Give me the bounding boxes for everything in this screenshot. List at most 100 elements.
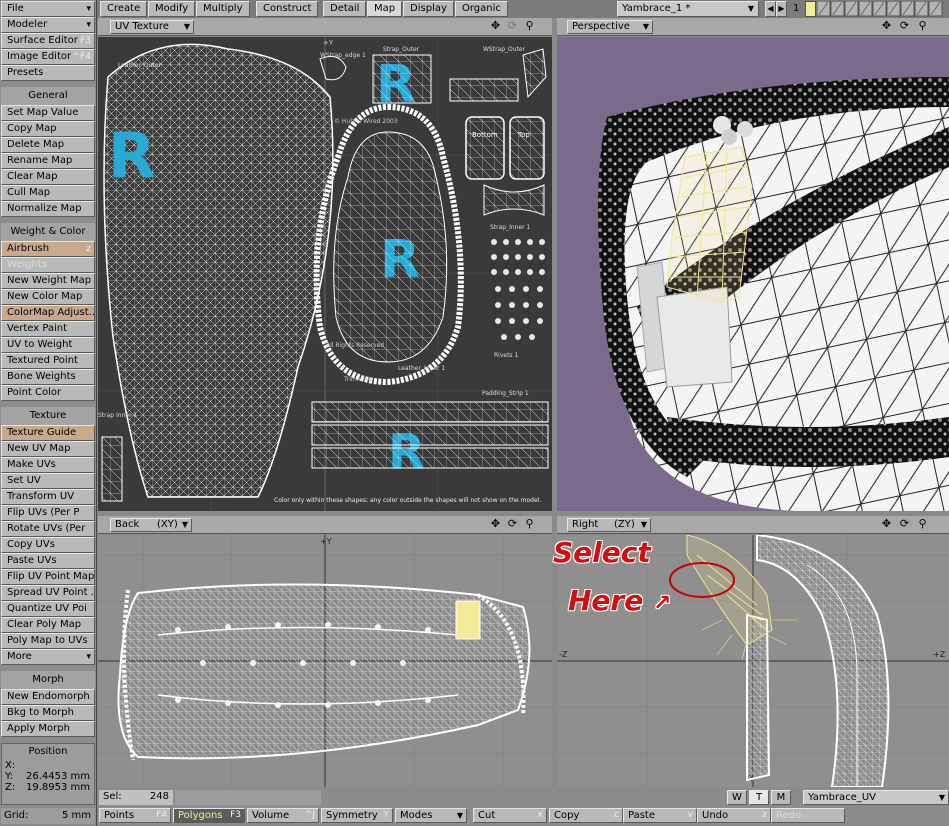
grid-readout: Grid: 5 mm (1, 808, 95, 824)
texture-tool-button[interactable]: Copy UVs (1, 537, 95, 553)
texture-tool-button[interactable]: Quantize UV Poi (1, 601, 95, 617)
layer-boxes[interactable] (817, 1, 949, 17)
points-mode-button[interactable]: Points F4 (99, 808, 171, 823)
general-tool-button[interactable]: Delete Map (1, 137, 95, 153)
modes-menu[interactable]: Modes ▼ (395, 808, 467, 823)
uv-texture-viewport[interactable]: Leather_Outer R R R R WStrap_edge 1 Stra… (98, 37, 552, 511)
move-view-icon[interactable]: ✥ (488, 518, 503, 532)
general-tool-button[interactable]: Cull Map (1, 185, 95, 201)
vertex-map-selector[interactable]: Yambrace_UV ▼ (803, 790, 949, 805)
tab-detail[interactable]: Detail (323, 1, 367, 17)
texture-tool-button[interactable]: Flip UVs (Per P (1, 505, 95, 521)
perspective-view-selector[interactable]: Perspective ▼ (567, 20, 653, 34)
texture-tool-button[interactable]: Flip UV Point Map (1, 569, 95, 585)
airbrush-button[interactable]: Airbrush z (1, 241, 95, 257)
weight-tool-button[interactable]: ColorMap Adjust... (1, 305, 95, 321)
tab-multiply[interactable]: Multiply (196, 1, 250, 17)
general-tool-button[interactable]: Set Map Value (1, 105, 95, 121)
right-viewport[interactable]: -Z +Z -Y (557, 535, 949, 787)
layer-number: 1 (793, 3, 800, 14)
wtm-t-button[interactable]: T (749, 790, 769, 805)
right-axis-nz-label: -Z (559, 650, 568, 659)
tab-map[interactable]: Map (367, 1, 403, 17)
tab-organic[interactable]: Organic (455, 1, 508, 17)
tab-modify[interactable]: Modify (148, 1, 196, 17)
layer-1-box[interactable] (805, 1, 816, 17)
tab-display[interactable]: Display (403, 1, 454, 17)
redo-button[interactable]: Redo (771, 808, 845, 823)
zoom-view-icon[interactable]: ⚲ (915, 20, 930, 34)
texture-tool-button[interactable]: Clear Poly Map (1, 617, 95, 633)
back-wireframe: +Y (98, 535, 552, 787)
tab-create[interactable]: Create (100, 1, 148, 17)
object-selector[interactable]: Yambrace_1 * ▼ (617, 1, 759, 17)
general-header: General (1, 87, 95, 105)
weight-tool-button[interactable]: New Color Map (1, 289, 95, 305)
image-editor-button[interactable]: Image Editor ^F4 (1, 49, 95, 65)
next-object-button[interactable]: ▶ (776, 1, 787, 17)
zoom-view-icon[interactable]: ⚲ (522, 518, 537, 532)
uv-footer-note: Color only within these shapes; any colo… (274, 497, 541, 504)
wtm-w-button[interactable]: W (727, 790, 747, 805)
presets-button[interactable]: Presets (1, 65, 95, 81)
uv-view-selector[interactable]: UV Texture ▼ (110, 20, 194, 34)
weight-tool-button[interactable]: Bone Weights (1, 369, 95, 385)
tab-bar: Create Modify Multiply Construct Detail … (97, 0, 949, 18)
texture-tool-button[interactable]: Make UVs (1, 457, 95, 473)
file-menu[interactable]: File ▾ (1, 1, 95, 17)
symmetry-button[interactable]: Symmetry Y (321, 808, 393, 823)
general-tool-button[interactable]: Rename Map (1, 153, 95, 169)
general-tool-button[interactable]: Normalize Map (1, 201, 95, 217)
zoom-view-icon[interactable]: ⚲ (915, 518, 930, 532)
paste-button[interactable]: Paste v (623, 808, 697, 823)
move-view-icon[interactable]: ✥ (879, 20, 894, 34)
rotate-view-icon[interactable]: ⟳ (505, 20, 520, 34)
morph-tool-button[interactable]: Bkg to Morph (1, 705, 95, 721)
prev-object-button[interactable]: ◀ (765, 1, 776, 17)
back-view-selector[interactable]: Back (XY) ▼ (110, 518, 192, 532)
uv-label-wstrap-edge: WStrap_edge 1 (320, 52, 366, 59)
uv-label-leather-inner: Leather_Inner 1 (398, 365, 445, 372)
undo-button[interactable]: Undo z (697, 808, 771, 823)
texture-tool-button[interactable]: Set UV (1, 473, 95, 489)
polygons-mode-button[interactable]: Polygons F3 (173, 808, 245, 823)
zoom-view-icon[interactable]: ⚲ (522, 20, 537, 34)
tab-construct[interactable]: Construct (256, 1, 319, 17)
texture-tool-button[interactable]: Spread UV Point ... (1, 585, 95, 601)
weight-tool-button[interactable]: New Weight Map (1, 273, 95, 289)
texture-tool-button[interactable]: Rotate UVs (Per (1, 521, 95, 537)
cut-button[interactable]: Cut x (473, 808, 547, 823)
volume-mode-button[interactable]: Volume ^J (247, 808, 319, 823)
texture-tool-button[interactable]: New UV Map (1, 441, 95, 457)
weight-tool-button[interactable]: UV to Weight (1, 337, 95, 353)
general-tool-button[interactable]: Copy Map (1, 121, 95, 137)
texture-tool-button[interactable]: Paste UVs (1, 553, 95, 569)
rotate-view-icon[interactable]: ⟳ (897, 518, 912, 532)
more-menu[interactable]: More ▾ (1, 649, 95, 665)
uv-label-trimming: Trimming (343, 376, 372, 383)
texture-tool-button[interactable]: Texture Guide (1, 425, 95, 441)
perspective-viewport[interactable] (557, 37, 949, 511)
general-tool-button[interactable]: Clear Map (1, 169, 95, 185)
wtm-m-button[interactable]: M (771, 790, 791, 805)
weight-tool-button[interactable]: Vertex Paint (1, 321, 95, 337)
morph-tool-button[interactable]: New Endomorph (1, 689, 95, 705)
morph-tool-button[interactable]: Apply Morph (1, 721, 95, 737)
move-view-icon[interactable]: ✥ (879, 518, 894, 532)
copy-button[interactable]: Copy c (549, 808, 623, 823)
weight-tool-button[interactable]: Point Color (1, 385, 95, 401)
position-z: Z: 19.8953 mm (5, 782, 90, 793)
right-view-selector[interactable]: Right (ZY) ▼ (567, 518, 651, 532)
move-view-icon[interactable]: ✥ (488, 20, 503, 34)
rotate-view-icon[interactable]: ⟳ (505, 518, 520, 532)
svg-text:R: R (108, 119, 156, 192)
uv-label-padding-strip: Padding_Strip 1 (482, 390, 529, 397)
texture-tool-button[interactable]: Poly Map to UVs (1, 633, 95, 649)
texture-tool-button[interactable]: Transform UV (1, 489, 95, 505)
uv-label-strap-inner: Strap_Inner 1 (490, 224, 531, 231)
modeler-menu[interactable]: Modeler ▾ (1, 17, 95, 33)
weight-tool-button[interactable]: Textured Point (1, 353, 95, 369)
surface-editor-button[interactable]: Surface Editor F3 (1, 33, 95, 49)
rotate-view-icon[interactable]: ⟳ (897, 20, 912, 34)
back-viewport[interactable]: +Y (98, 535, 552, 787)
